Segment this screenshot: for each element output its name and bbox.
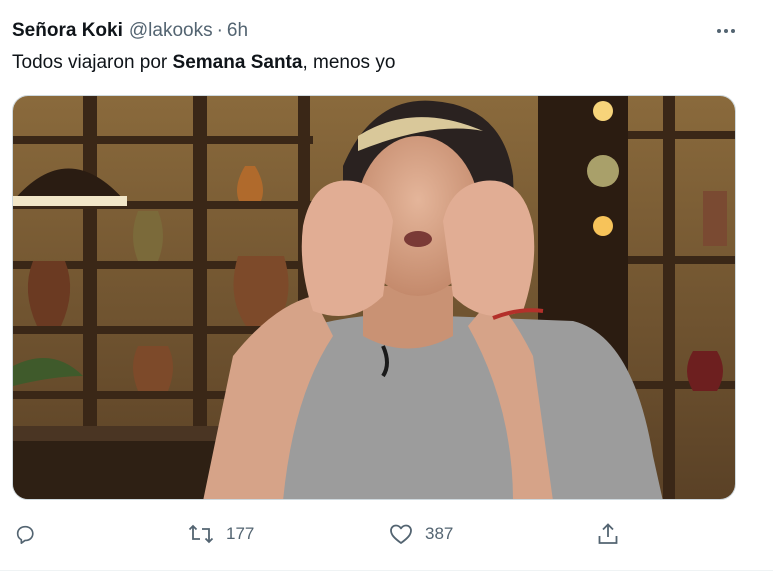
tweet-text-after: , menos yo	[302, 52, 396, 73]
tweet-actions: 177 387	[0, 514, 773, 554]
tweet-text-bold: Semana Santa	[172, 52, 303, 73]
header-separator: ·	[216, 20, 223, 41]
retweet-button[interactable]: 177	[188, 514, 254, 554]
retweet-count: 177	[226, 524, 255, 543]
like-count: 387	[425, 524, 454, 543]
like-button[interactable]: 387	[389, 514, 453, 554]
tweet-header: Señora Koki @lakooks · 6h	[12, 18, 248, 44]
reply-button[interactable]	[14, 514, 48, 554]
tweet-card[interactable]: Señora Koki @lakooks · 6h Todos viajaron…	[0, 0, 773, 580]
tweet-time[interactable]: 6h	[227, 20, 248, 42]
divider	[0, 570, 773, 571]
heart-icon	[390, 524, 412, 544]
author-handle[interactable]: @lakooks	[129, 20, 213, 42]
tweet-text: Todos viajaron por Semana Santa, menos y…	[12, 50, 395, 76]
tweet-text-before: Todos viajaron por	[12, 52, 173, 73]
more-options-button[interactable]	[708, 18, 744, 44]
meme-photo	[13, 96, 735, 499]
reply-icon	[16, 525, 34, 544]
retweet-icon	[188, 524, 214, 544]
author-name[interactable]: Señora Koki	[12, 20, 123, 42]
more-horizontal-icon	[717, 29, 735, 33]
share-button[interactable]	[597, 514, 619, 554]
share-icon	[598, 523, 618, 544]
tweet-media-image[interactable]	[12, 95, 736, 500]
